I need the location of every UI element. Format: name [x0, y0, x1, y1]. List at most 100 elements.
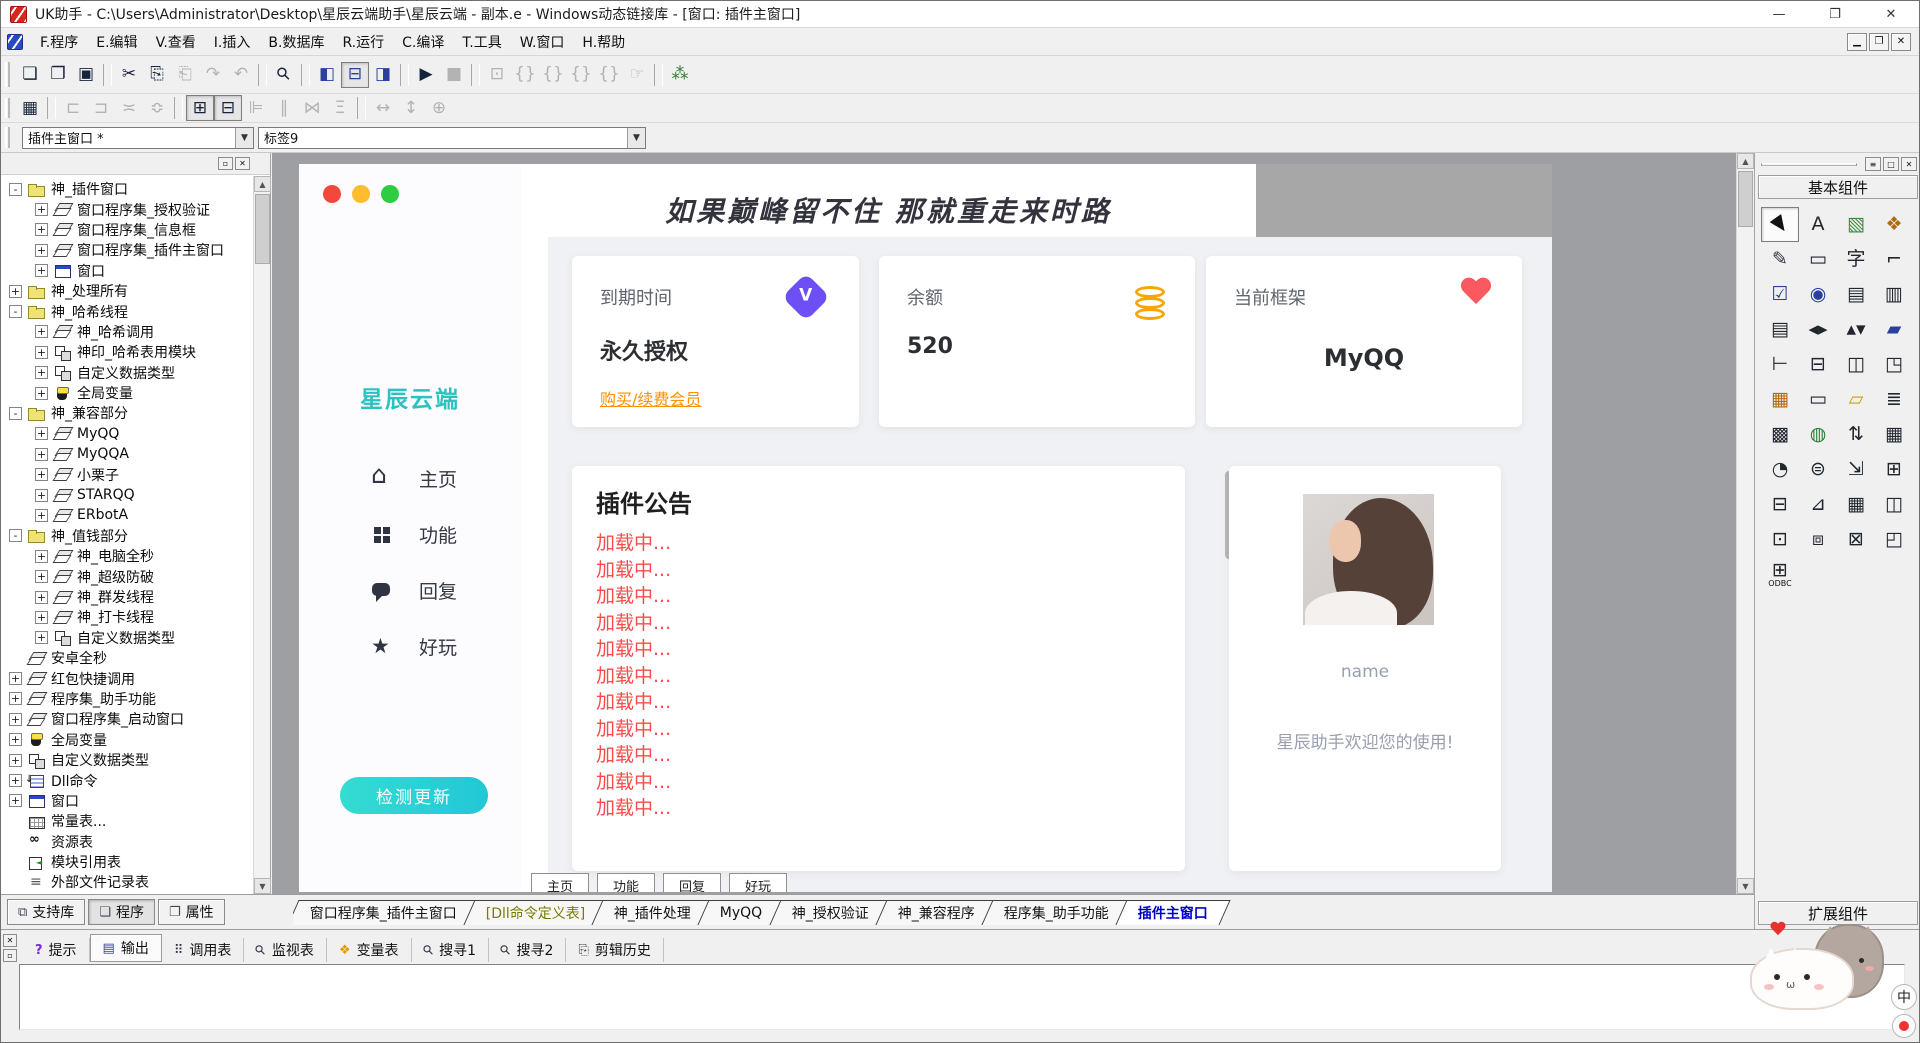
tree-scrollbar[interactable]: ▲ ▼: [253, 176, 270, 894]
component-tool-icon[interactable]: ☑: [1761, 277, 1799, 312]
document-window-tab[interactable]: 神_兼容程序: [875, 900, 997, 925]
menu-item[interactable]: C.编译: [393, 29, 453, 55]
document-window-tab[interactable]: 神_插件处理: [592, 900, 714, 925]
tree-item[interactable]: + 神_电脑全秒: [1, 546, 253, 566]
tree-expander-icon[interactable]: +: [35, 448, 48, 461]
toolbar-button[interactable]: ≎: [143, 95, 171, 121]
toolbar-button[interactable]: {}: [567, 62, 595, 88]
tree-expander-icon[interactable]: +: [35, 325, 48, 338]
component-tool-icon[interactable]: ▧: [1837, 207, 1875, 242]
toolbar-button[interactable]: [174, 97, 183, 119]
tree-expander-icon[interactable]: +: [9, 285, 22, 298]
tree-item[interactable]: + 全局变量: [1, 730, 253, 750]
component-tool-icon[interactable]: A: [1799, 207, 1837, 242]
component-tool-icon[interactable]: ▤: [1837, 277, 1875, 312]
toolbar-button[interactable]: ≍: [115, 95, 143, 121]
component-tool-icon[interactable]: ⇲: [1837, 452, 1875, 487]
toolbar-button[interactable]: ⊟: [341, 62, 369, 88]
side-panel-tab[interactable]: ❐ 属性: [158, 899, 225, 925]
tree-item[interactable]: + Dll命令: [1, 770, 253, 790]
menu-item[interactable]: I.插入: [205, 29, 260, 55]
tree-item[interactable]: 外部文件记录表: [1, 872, 253, 892]
menu-item[interactable]: V.查看: [147, 29, 205, 55]
side-panel-tab[interactable]: ⧉ 支持库: [7, 899, 85, 925]
tree-item[interactable]: 资源表: [1, 832, 253, 852]
tree-item[interactable]: 模块引用表: [1, 852, 253, 872]
component-tool-icon[interactable]: ⊿: [1799, 487, 1837, 522]
component-tool-icon[interactable]: ▩: [1761, 417, 1799, 452]
toolbar-button[interactable]: ⎘: [143, 62, 171, 88]
toolbar-button[interactable]: ∥: [270, 95, 298, 121]
toolbar-button[interactable]: [357, 97, 366, 119]
tree-item[interactable]: - 神_值钱部分: [1, 526, 253, 546]
tree-expander-icon[interactable]: -: [9, 305, 22, 318]
form-nav-item[interactable]: 好玩: [299, 618, 521, 674]
tree-item[interactable]: 安卓全秒: [1, 648, 253, 668]
toolbar-button[interactable]: ⁂: [666, 62, 694, 88]
toolbar-button[interactable]: ↷: [199, 62, 227, 88]
component-tool-icon[interactable]: ◂▸: [1799, 312, 1837, 347]
tree-item[interactable]: + 窗口: [1, 791, 253, 811]
component-tool-icon[interactable]: ▱: [1837, 382, 1875, 417]
ime-punctuation-badge[interactable]: [1892, 1014, 1916, 1038]
output-tab[interactable]: ▤ 输出: [90, 934, 162, 962]
tree-item[interactable]: + 神印_哈希表用模块: [1, 342, 253, 362]
close-button[interactable]: ✕: [1863, 1, 1919, 27]
tree-expander-icon[interactable]: +: [35, 489, 48, 502]
component-tool-icon[interactable]: ⇅: [1837, 417, 1875, 452]
toolbar-button[interactable]: ✂: [115, 62, 143, 88]
document-window-tab[interactable]: 神_授权验证: [769, 900, 891, 925]
toolbar-button[interactable]: ⊡: [483, 62, 511, 88]
tree-expander-icon[interactable]: +: [35, 550, 48, 563]
output-tab[interactable]: ❖ 变量表: [327, 938, 412, 962]
tree-expander-icon[interactable]: +: [35, 570, 48, 583]
tree-expander-icon[interactable]: +: [35, 244, 48, 257]
toolbar-button[interactable]: ▦: [16, 95, 44, 121]
toolbar-button[interactable]: ⊟: [214, 95, 242, 121]
component-tool-icon[interactable]: ◳: [1875, 347, 1913, 382]
designer-scrollbar[interactable]: ▲ ▼: [1736, 153, 1753, 894]
toolbar-button[interactable]: ⚲: [270, 62, 298, 88]
document-window-tab[interactable]: 窗口程序集_插件主窗口: [293, 900, 480, 925]
toolbar-grip[interactable]: [5, 62, 10, 88]
tree-expander-icon[interactable]: +: [35, 468, 48, 481]
toolbar-button[interactable]: ↔: [369, 95, 397, 121]
tree-item[interactable]: + 窗口程序集_信息框: [1, 220, 253, 240]
panel-control-button[interactable]: ✕: [235, 157, 250, 170]
component-tool-icon[interactable]: ▦: [1761, 382, 1799, 417]
tree-item[interactable]: + 窗口程序集_插件主窗口: [1, 240, 253, 260]
menu-item[interactable]: H.帮助: [573, 29, 634, 55]
component-tool-icon[interactable]: ⊠: [1837, 522, 1875, 557]
component-tool-icon[interactable]: ▰: [1875, 312, 1913, 347]
component-tool-icon[interactable]: 字: [1837, 242, 1875, 277]
component-tool-icon[interactable]: ≣: [1875, 382, 1913, 417]
tree-expander-icon[interactable]: +: [35, 611, 48, 624]
component-selector-combo[interactable]: 标签9 ▼: [258, 127, 646, 149]
toolbar-button[interactable]: [654, 64, 663, 86]
component-tool-icon[interactable]: ⊞ODBC: [1761, 557, 1799, 592]
component-tool-icon[interactable]: ⊟: [1799, 347, 1837, 382]
component-tool-icon[interactable]: ◔: [1761, 452, 1799, 487]
toolbar-button[interactable]: ↶: [227, 62, 255, 88]
form-bottom-tab[interactable]: 功能: [597, 873, 655, 892]
toolbar-grip[interactable]: [5, 98, 10, 118]
tree-item[interactable]: 常量表...: [1, 811, 253, 831]
toolbar-button[interactable]: ❐: [44, 62, 72, 88]
designed-form[interactable]: 星辰云端 主页 功能: [299, 164, 1552, 892]
minimize-button[interactable]: —: [1751, 1, 1807, 27]
toolbar-button[interactable]: ◧: [313, 62, 341, 88]
tree-item[interactable]: + 神_处理所有: [1, 281, 253, 301]
toolbar-button[interactable]: [103, 64, 112, 86]
panel-control-button[interactable]: ✕: [3, 934, 17, 947]
toolbar-button[interactable]: {}: [511, 62, 539, 88]
mdi-control-button[interactable]: ❐: [1869, 33, 1889, 51]
output-tab[interactable]: ⚲ 搜寻1: [412, 938, 489, 962]
mdi-control-button[interactable]: ▁: [1847, 33, 1867, 51]
tree-expander-icon[interactable]: +: [9, 672, 22, 685]
form-bottom-tab[interactable]: 主页: [531, 873, 589, 892]
basic-components-header-button[interactable]: 基本组件: [1758, 175, 1918, 199]
ime-language-badge[interactable]: 中: [1891, 984, 1917, 1010]
component-tool-icon[interactable]: ▥: [1875, 277, 1913, 312]
menu-item[interactable]: F.程序: [31, 29, 87, 55]
form-nav-item[interactable]: 功能: [299, 506, 521, 562]
